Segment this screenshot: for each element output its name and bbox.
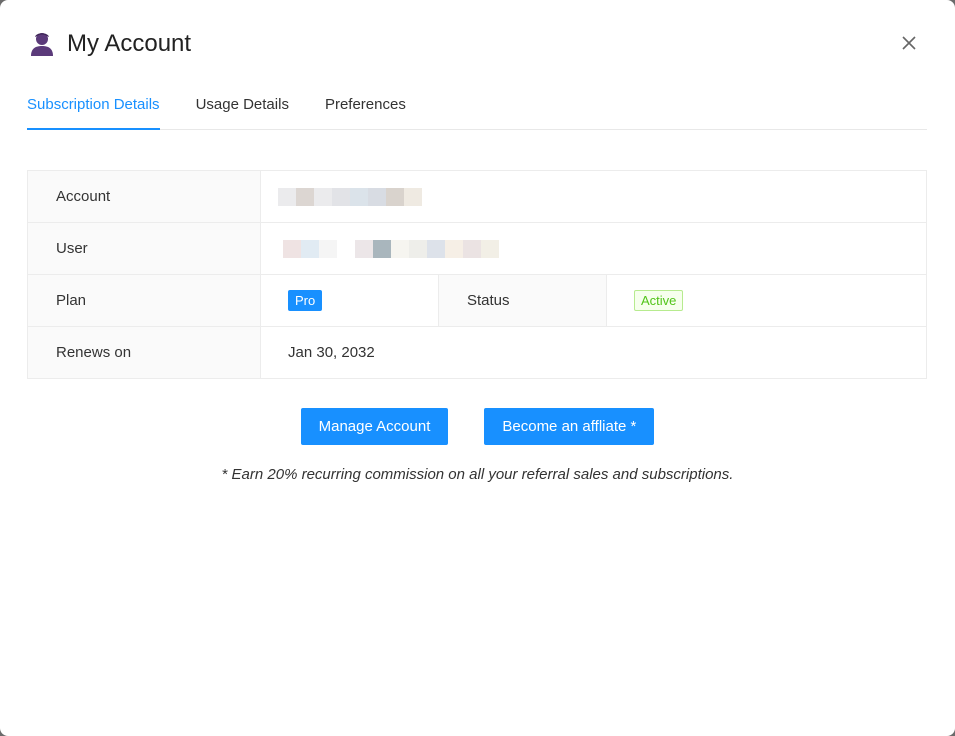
redacted-account bbox=[278, 187, 926, 206]
renews-label: Renews on bbox=[27, 326, 261, 379]
close-button[interactable] bbox=[896, 30, 922, 56]
status-label: Status bbox=[438, 274, 607, 327]
become-affiliate-button[interactable]: Become an affliate * bbox=[484, 408, 655, 445]
account-label: Account bbox=[27, 170, 261, 223]
close-icon bbox=[902, 36, 916, 50]
commission-note: * Earn 20% recurring commission on all y… bbox=[221, 466, 734, 483]
plan-value: Pro bbox=[260, 274, 439, 327]
modal-header: My Account bbox=[27, 28, 191, 60]
user-icon bbox=[27, 29, 57, 59]
redacted-user bbox=[283, 239, 926, 258]
tab-subscription-details[interactable]: Subscription Details bbox=[27, 84, 160, 130]
user-label: User bbox=[27, 222, 261, 275]
tab-preferences[interactable]: Preferences bbox=[325, 84, 406, 129]
account-value bbox=[260, 170, 927, 223]
renews-value: Jan 30, 2032 bbox=[260, 326, 927, 379]
plan-badge: Pro bbox=[288, 290, 323, 311]
manage-account-button[interactable]: Manage Account bbox=[300, 408, 449, 445]
tab-bar: Subscription Details Usage Details Prefe… bbox=[27, 84, 927, 130]
table-row: Renews on Jan 30, 2032 bbox=[27, 326, 927, 379]
modal-title: My Account bbox=[67, 30, 192, 57]
table-row: User bbox=[27, 222, 927, 275]
table-row: Plan Pro Status Active bbox=[27, 274, 927, 327]
subscription-details-table: Account User Plan Pro Status Active Rene… bbox=[27, 170, 927, 379]
tab-usage-details[interactable]: Usage Details bbox=[196, 84, 289, 129]
my-account-modal: My Account Subscription Details Usage De… bbox=[0, 0, 955, 736]
action-buttons: Manage Account Become an affliate * bbox=[0, 408, 955, 445]
status-value: Active bbox=[606, 274, 927, 327]
user-value bbox=[260, 222, 927, 275]
table-row: Account bbox=[27, 170, 927, 223]
status-badge: Active bbox=[634, 290, 684, 311]
plan-label: Plan bbox=[27, 274, 261, 327]
